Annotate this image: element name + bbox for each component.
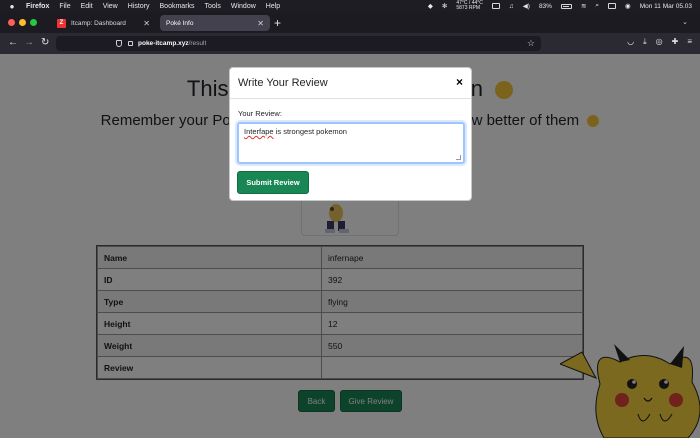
forward-arrow-icon[interactable]: → — [24, 36, 34, 50]
volume-icon[interactable]: ◀) — [523, 2, 530, 10]
review-field-label: Your Review: — [238, 109, 282, 118]
menu-edit[interactable]: Edit — [81, 3, 93, 10]
url-host: poke-itcamp.xyz — [138, 40, 189, 47]
headphones-icon[interactable]: ♫ — [509, 3, 514, 10]
tab-label: Poké Info — [166, 19, 194, 27]
tab-itcamp-dashboard[interactable]: Z Itcamp: Dashboard ✕ — [52, 15, 156, 31]
close-tab-icon[interactable]: ✕ — [257, 19, 264, 28]
dropbox-icon[interactable]: ◆ — [428, 2, 433, 10]
tab-poke-info[interactable]: Poké Info ✕ — [160, 15, 270, 31]
menu-history[interactable]: History — [128, 3, 150, 10]
minimize-window-button[interactable] — [19, 19, 26, 26]
toolbar-icons: ◡ ⤓ ◎ ✚ ≡ — [627, 37, 692, 47]
menu-tools[interactable]: Tools — [205, 3, 221, 10]
page-content: This n Remember your Pokém know better o… — [0, 54, 700, 438]
battery-percent[interactable]: 83% — [539, 3, 552, 10]
nav-toolbar: ← → ↻ poke-itcamp.xyz /result ☆ ◡ ⤓ ◎ ✚ … — [0, 33, 700, 54]
pocket-icon[interactable]: ◡ — [627, 37, 634, 47]
status-area: ◆ ✻ 47°C / 44°C 5873 RPM ♫ ◀) 83% ≋ ⌕ ◉ … — [428, 0, 692, 12]
url-bar[interactable]: poke-itcamp.xyz /result ☆ — [56, 36, 541, 51]
review-text: is strongest pokemon — [273, 127, 347, 136]
menu-bar: ● Firefox File Edit View History Bookmar… — [0, 0, 700, 12]
search-icon[interactable]: ⌕ — [595, 2, 599, 10]
menu-icon[interactable]: ≡ — [687, 37, 692, 47]
close-tab-icon[interactable]: ✕ — [143, 19, 150, 28]
tab-list-chevron-icon[interactable]: ⌄ — [682, 18, 688, 26]
itcamp-favicon: Z — [57, 18, 66, 28]
tab-label: Itcamp: Dashboard — [71, 19, 126, 27]
lock-icon[interactable] — [128, 41, 133, 46]
back-arrow-icon[interactable]: ← — [8, 36, 18, 50]
siri-icon[interactable]: ◉ — [625, 2, 631, 10]
menu-bookmarks[interactable]: Bookmarks — [160, 3, 195, 10]
tab-strip: Z Itcamp: Dashboard ✕ Poké Info ✕ + ⌄ — [0, 12, 700, 33]
download-icon[interactable]: ⤓ — [643, 37, 647, 47]
menu-view[interactable]: View — [103, 3, 118, 10]
menu-help[interactable]: Help — [266, 3, 280, 10]
submit-review-button[interactable]: Submit Review — [237, 171, 309, 194]
account-icon[interactable]: ◎ — [656, 37, 663, 47]
shield-icon[interactable] — [116, 40, 122, 47]
clock[interactable]: Mon 11 Mar 05.03 — [640, 3, 692, 10]
resize-handle-icon[interactable] — [456, 155, 461, 160]
misspelled-word: Interfape — [244, 127, 274, 136]
zoom-window-button[interactable] — [30, 19, 37, 26]
battery-icon[interactable] — [560, 3, 572, 9]
menu-file[interactable]: File — [59, 3, 70, 10]
reload-icon[interactable]: ↻ — [41, 36, 49, 50]
window-controls — [8, 19, 37, 26]
extensions-icon[interactable]: ✚ — [672, 37, 679, 47]
wifi-icon[interactable]: ≋ — [581, 2, 586, 10]
temperature-readout[interactable]: 47°C / 44°C 5873 RPM — [456, 1, 483, 11]
new-tab-button[interactable]: + — [274, 15, 281, 31]
apple-icon[interactable]: ● — [8, 2, 16, 11]
bookmark-star-icon[interactable]: ☆ — [527, 38, 535, 49]
menu-app-name[interactable]: Firefox — [26, 3, 49, 10]
menu-window[interactable]: Window — [231, 3, 256, 10]
temp-line-2: 5873 RPM — [456, 5, 480, 11]
control-center-icon[interactable] — [608, 3, 617, 9]
drive-icon[interactable] — [491, 3, 500, 9]
close-icon[interactable]: × — [456, 76, 463, 88]
modal-title: Write Your Review — [230, 68, 471, 99]
url-path: /result — [188, 40, 207, 47]
fan-icon[interactable]: ✻ — [442, 2, 447, 10]
review-modal: Write Your Review × Your Review: Interfa… — [229, 67, 472, 201]
review-textarea[interactable]: Interfape is strongest pokemon — [237, 122, 465, 164]
close-window-button[interactable] — [8, 19, 15, 26]
